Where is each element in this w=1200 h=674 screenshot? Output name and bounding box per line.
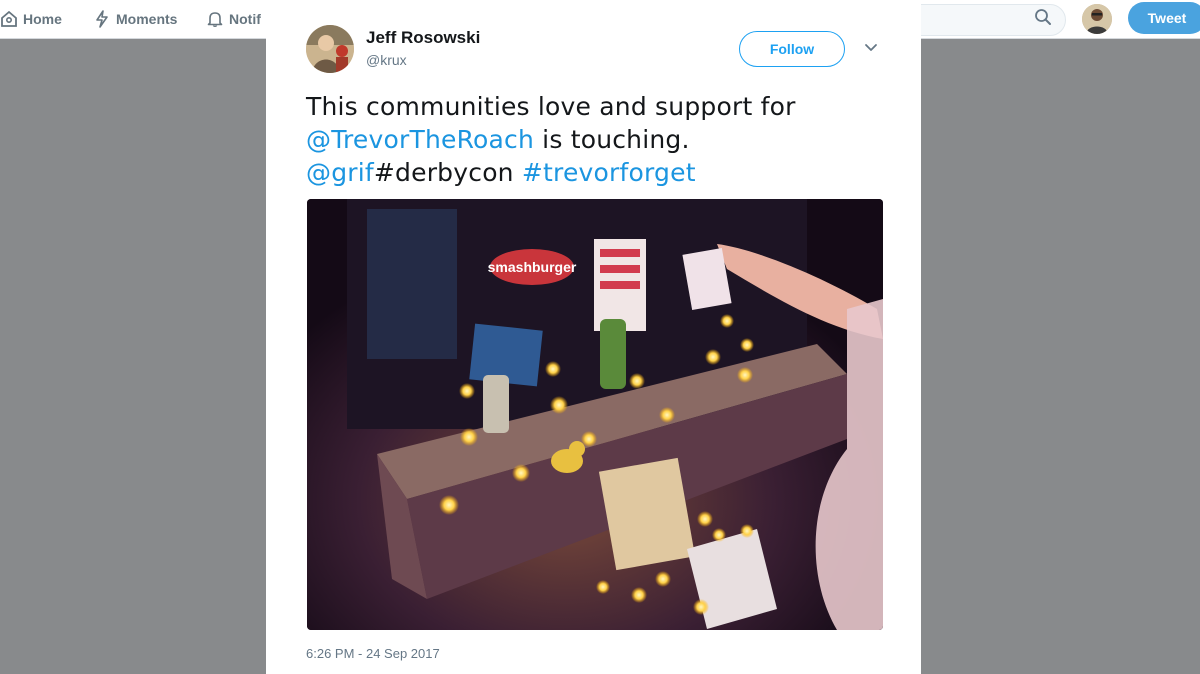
tweet-photo[interactable]: smashburger xyxy=(307,199,883,630)
tweet-timestamp[interactable]: 6:26 PM - 24 Sep 2017 xyxy=(306,646,440,661)
follow-button[interactable]: Follow xyxy=(739,31,845,67)
hashtag-link[interactable]: #trevorforget xyxy=(522,158,696,187)
tweet-button[interactable]: Tweet xyxy=(1128,2,1200,34)
tweet-text-line1: This communities love and support for xyxy=(306,92,796,121)
nav-notifications-label: Notif xyxy=(229,11,261,27)
tweet-card: Jeff Rosowski @krux Follow This communit… xyxy=(266,0,921,674)
home-icon xyxy=(1,10,17,27)
nav-moments-label: Moments xyxy=(116,11,178,27)
nav-home-label: Home xyxy=(23,11,62,27)
tweet-text: This communities love and support for @T… xyxy=(306,90,896,189)
author-handle[interactable]: @krux xyxy=(366,52,407,68)
nav-moments[interactable]: Moments xyxy=(93,0,177,38)
author-avatar-image xyxy=(306,25,354,73)
smashburger-sign: smashburger xyxy=(488,259,577,275)
search-input[interactable] xyxy=(901,5,1041,33)
chevron-down-icon[interactable] xyxy=(864,43,878,53)
account-avatar-image xyxy=(1082,4,1112,34)
mention-link[interactable]: @grif xyxy=(306,158,374,187)
author-name[interactable]: Jeff Rosowski xyxy=(366,28,480,48)
account-avatar[interactable] xyxy=(1082,4,1112,34)
author-avatar[interactable] xyxy=(306,25,354,73)
search-icon[interactable] xyxy=(1034,8,1052,26)
lightning-icon xyxy=(96,10,108,28)
memorial-photo: smashburger xyxy=(307,199,883,630)
bell-icon xyxy=(207,12,223,28)
tweet-text-line2: is touching. xyxy=(534,125,690,154)
nav-home[interactable]: Home xyxy=(0,0,62,38)
nav-notifications[interactable]: Notif xyxy=(206,0,261,38)
hashtag-plain: #derbycon xyxy=(373,158,514,187)
mention-link[interactable]: @TrevorTheRoach xyxy=(306,125,534,154)
